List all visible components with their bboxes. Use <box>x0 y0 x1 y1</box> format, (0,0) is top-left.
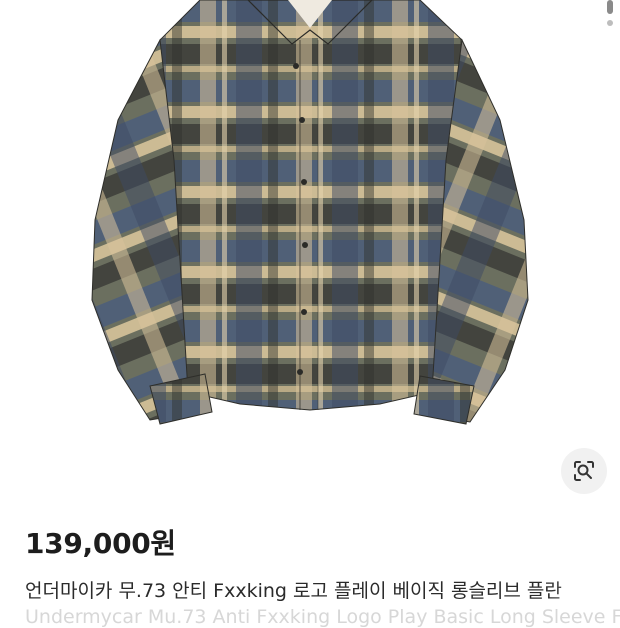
product-photo[interactable] <box>0 0 620 500</box>
product-image-area[interactable] <box>0 0 620 500</box>
image-search-icon <box>574 461 594 481</box>
product-title: 언더마이카 무.73 안티 Fxxking 로고 플레이 베이직 롱슬리브 플란 <box>25 580 562 602</box>
page-dot <box>607 20 613 26</box>
gallery-page-indicator <box>607 0 615 32</box>
product-price: 139,000원 <box>25 527 176 560</box>
page-dot-active <box>607 0 613 14</box>
image-search-button[interactable] <box>561 448 607 494</box>
product-subtitle: Undermycar Mu.73 Anti Fxxking Logo Play … <box>25 606 620 628</box>
